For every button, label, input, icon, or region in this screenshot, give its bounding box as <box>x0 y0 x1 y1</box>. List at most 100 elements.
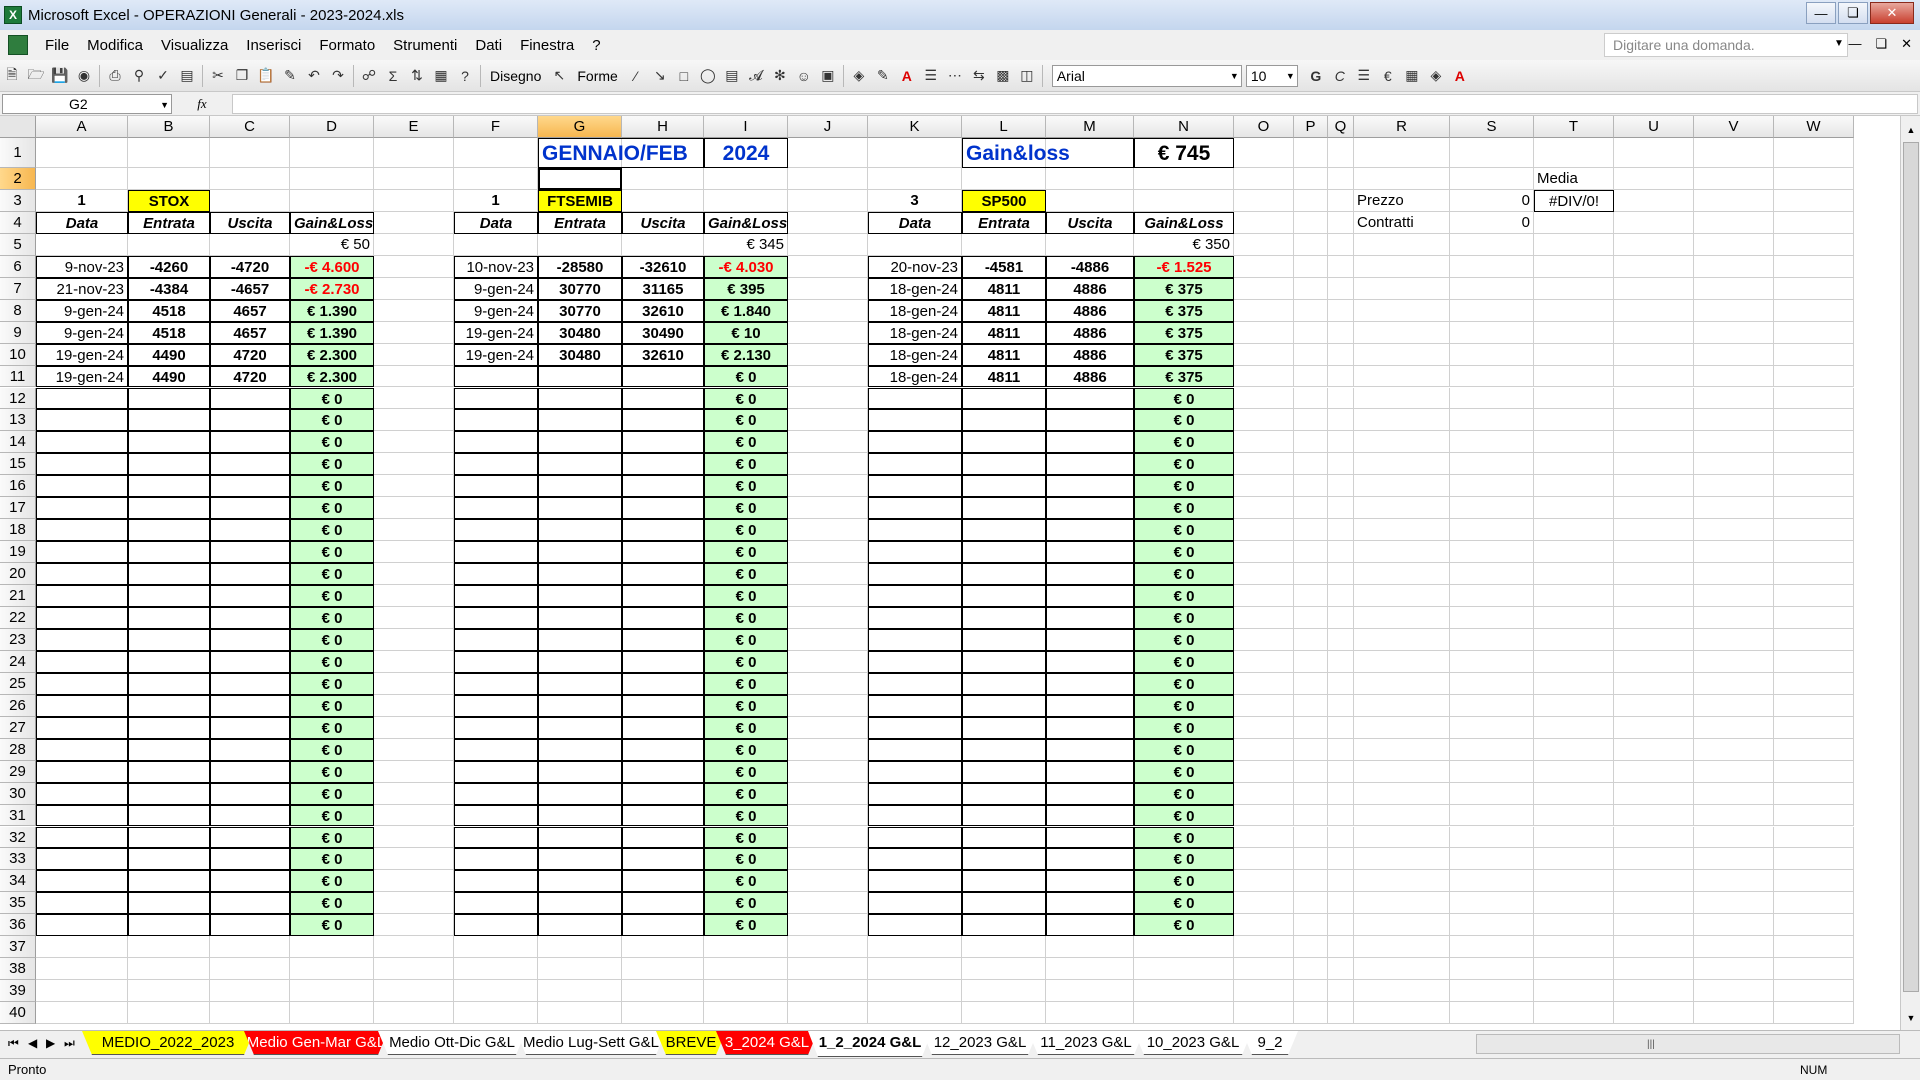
cell-n40[interactable] <box>1134 1002 1234 1025</box>
sheet-tab-0[interactable]: MEDIO_2022_2023 <box>82 1031 254 1055</box>
cell-q32[interactable] <box>1328 826 1354 849</box>
cell-q18[interactable] <box>1328 519 1354 542</box>
cell-v2[interactable] <box>1694 168 1774 190</box>
stox-date[interactable] <box>36 628 128 651</box>
sp500-gain-loss[interactable]: € 0 <box>1134 782 1234 805</box>
ftsemib-date[interactable] <box>454 826 538 849</box>
ftsemib-date[interactable] <box>454 650 538 673</box>
cell-k37[interactable] <box>868 936 962 959</box>
row-header-22[interactable]: 22 <box>0 607 36 629</box>
spelling-icon[interactable]: ✓ <box>151 64 175 88</box>
cell-a40[interactable] <box>36 1002 128 1025</box>
stox-entry[interactable] <box>128 804 210 827</box>
sp500-date[interactable] <box>868 914 962 937</box>
cell-r8[interactable] <box>1354 299 1450 322</box>
ftsemib-exit[interactable]: -32610 <box>622 255 704 278</box>
row-header-24[interactable]: 24 <box>0 650 36 673</box>
cell-e39[interactable] <box>374 980 454 1003</box>
cell-v39[interactable] <box>1694 980 1774 1003</box>
cell-o12[interactable] <box>1234 387 1294 410</box>
cell-j14[interactable] <box>788 431 868 454</box>
row-header-21[interactable]: 21 <box>0 585 36 607</box>
row-header-6[interactable]: 6 <box>0 255 36 278</box>
sp500-header-uscita[interactable]: Uscita <box>1046 211 1134 234</box>
stox-date[interactable] <box>36 497 128 520</box>
sp500-entry[interactable] <box>962 431 1046 454</box>
cell-t35[interactable] <box>1534 892 1614 915</box>
cell-p33[interactable] <box>1294 848 1328 871</box>
cell-t5[interactable] <box>1534 233 1614 256</box>
ftsemib-gain-loss[interactable]: € 2.130 <box>704 343 788 366</box>
contratti-label[interactable]: Contratti <box>1354 211 1450 234</box>
cell-e37[interactable] <box>374 936 454 959</box>
sp500-exit[interactable] <box>1046 563 1134 586</box>
row-header-8[interactable]: 8 <box>0 299 36 322</box>
cell-q5[interactable] <box>1328 233 1354 256</box>
ftsemib-gain-loss[interactable]: € 0 <box>704 892 788 915</box>
cell-s16[interactable] <box>1450 475 1534 498</box>
cell-j12[interactable] <box>788 387 868 410</box>
sp500-date[interactable] <box>868 585 962 607</box>
ftsemib-gain-loss[interactable]: € 0 <box>704 804 788 827</box>
cell-s12[interactable] <box>1450 387 1534 410</box>
ftsemib-exit[interactable] <box>622 892 704 915</box>
ftsemib-gain-loss[interactable]: € 0 <box>704 826 788 849</box>
cell-j39[interactable] <box>788 980 868 1003</box>
font-name-select[interactable]: Arial ▼ <box>1051 64 1242 87</box>
active-cell-g2[interactable] <box>538 168 622 190</box>
cell-u2[interactable] <box>1614 168 1694 190</box>
ftsemib-gain-loss[interactable]: € 0 <box>704 870 788 893</box>
row-header-36[interactable]: 36 <box>0 914 36 937</box>
sp500-date[interactable]: 18-gen-24 <box>868 321 962 344</box>
sp500-exit[interactable] <box>1046 475 1134 498</box>
cell-e22[interactable] <box>374 607 454 629</box>
ftsemib-entry[interactable] <box>538 782 622 805</box>
column-header-t[interactable]: T <box>1534 116 1614 138</box>
cell-o11[interactable] <box>1234 365 1294 388</box>
sp500-gain-loss[interactable]: € 0 <box>1134 738 1234 761</box>
row-header-27[interactable]: 27 <box>0 716 36 739</box>
stox-entry[interactable] <box>128 914 210 937</box>
cell-s37[interactable] <box>1450 936 1534 959</box>
cell-s33[interactable] <box>1450 848 1534 871</box>
sp500-total[interactable]: € 350 <box>1134 233 1234 256</box>
stox-gain-loss[interactable]: € 0 <box>290 563 374 586</box>
ftsemib-entry[interactable] <box>538 826 622 849</box>
cell-g40[interactable] <box>538 1002 622 1025</box>
cell-m37[interactable] <box>1046 936 1134 959</box>
ftsemib-exit[interactable] <box>622 870 704 893</box>
stox-exit[interactable]: -4657 <box>210 277 290 300</box>
sp500-date[interactable] <box>868 760 962 783</box>
cell-q10[interactable] <box>1328 343 1354 366</box>
cell-u38[interactable] <box>1614 958 1694 981</box>
ftsemib-exit[interactable] <box>622 914 704 937</box>
year-title[interactable]: 2024 <box>704 138 788 168</box>
cell-r19[interactable] <box>1354 541 1450 564</box>
cell-p22[interactable] <box>1294 607 1328 629</box>
stox-exit[interactable] <box>210 453 290 476</box>
cell-r20[interactable] <box>1354 563 1450 586</box>
cell-j10[interactable] <box>788 343 868 366</box>
ftsemib-date[interactable]: 19-gen-24 <box>454 343 538 366</box>
ftsemib-entry[interactable] <box>538 694 622 717</box>
stox-entry[interactable] <box>128 607 210 629</box>
sp500-date[interactable] <box>868 541 962 564</box>
cell-u24[interactable] <box>1614 650 1694 673</box>
fill-color-icon[interactable]: ◈ <box>847 64 871 88</box>
cell-l2[interactable] <box>962 168 1046 190</box>
sp500-gain-loss[interactable]: € 0 <box>1134 453 1234 476</box>
column-header-a[interactable]: A <box>36 116 128 138</box>
redo-icon[interactable]: ↷ <box>326 64 350 88</box>
cell-t39[interactable] <box>1534 980 1614 1003</box>
cell-p14[interactable] <box>1294 431 1328 454</box>
cell-j19[interactable] <box>788 541 868 564</box>
ftsemib-entry[interactable] <box>538 453 622 476</box>
ftsemib-entry[interactable] <box>538 716 622 739</box>
stox-date[interactable] <box>36 563 128 586</box>
cell-i38[interactable] <box>704 958 788 981</box>
cell-e2[interactable] <box>374 168 454 190</box>
cell-a1[interactable] <box>36 138 128 168</box>
cell-q31[interactable] <box>1328 804 1354 827</box>
contratti-value[interactable]: 0 <box>1450 211 1534 234</box>
cell-e30[interactable] <box>374 782 454 805</box>
